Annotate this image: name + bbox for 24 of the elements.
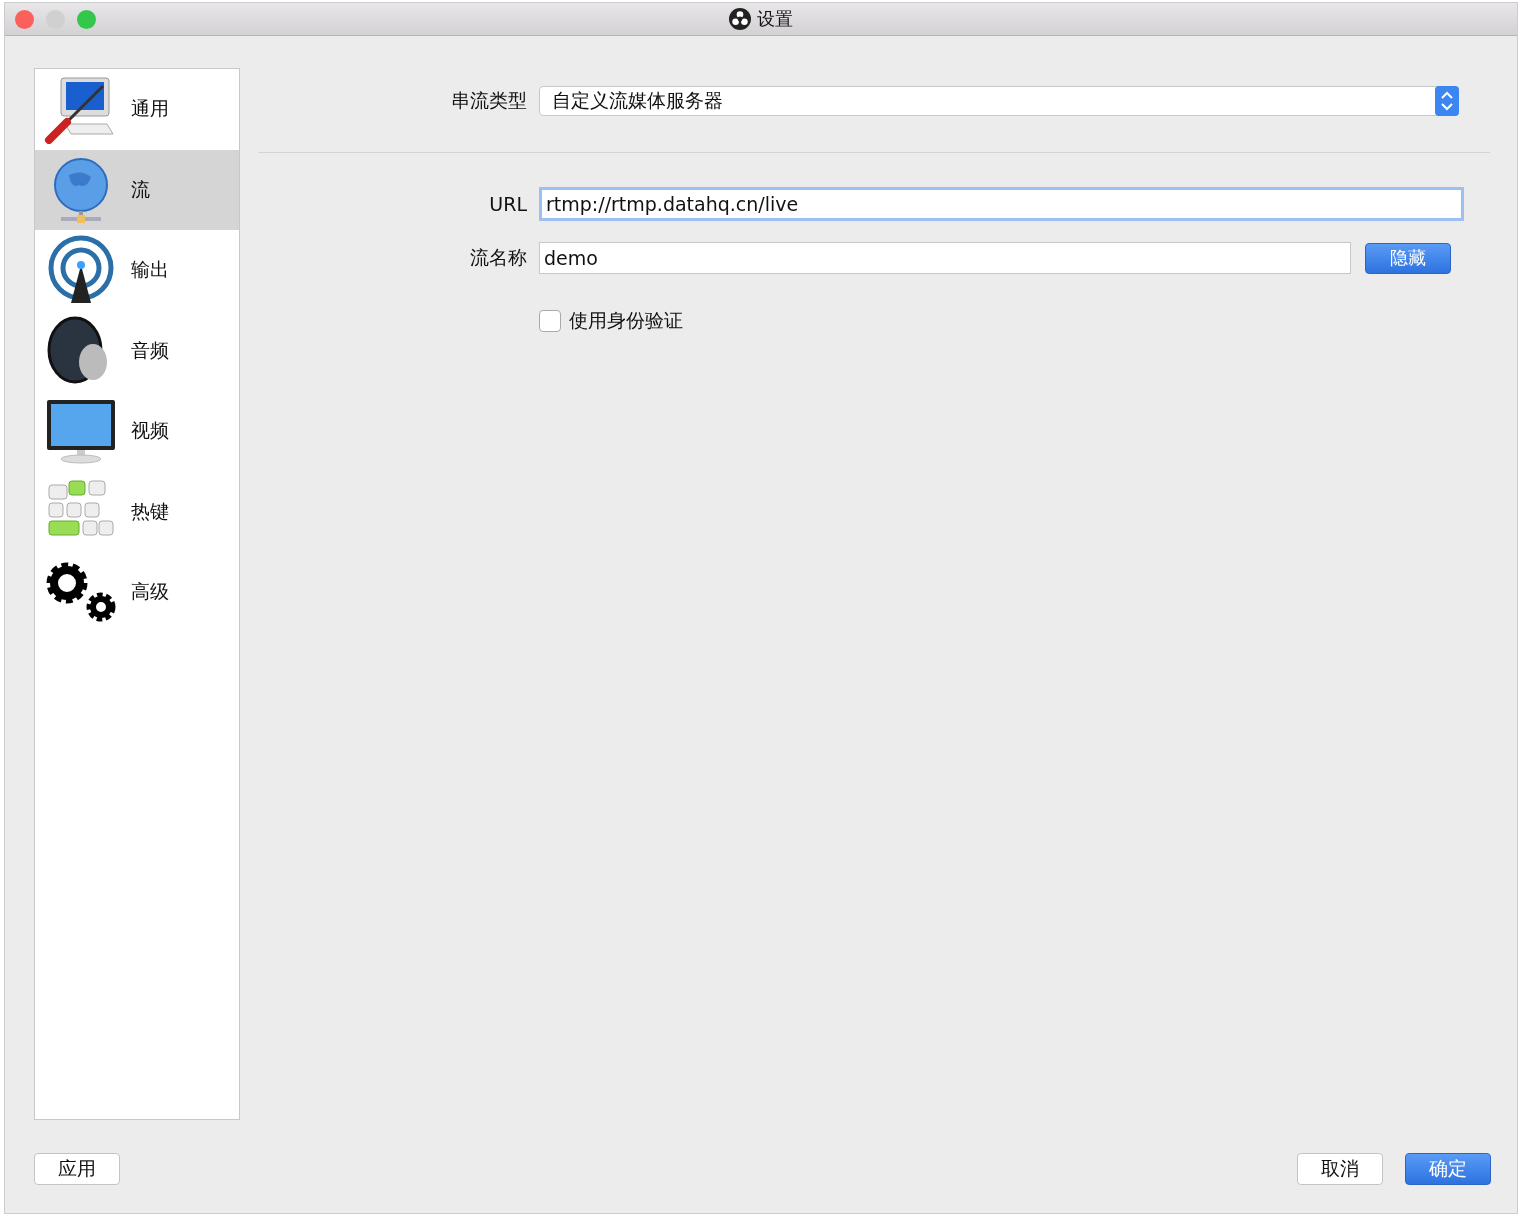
dropdown-arrows-icon [1435,86,1459,116]
close-button[interactable] [15,10,34,29]
ok-button[interactable]: 确定 [1405,1153,1491,1185]
field-label: URL [488,193,528,215]
sidebar-item[interactable]: 热键 [35,471,239,552]
field-label: 串流类型 [450,88,528,113]
stream-type-dropdown[interactable]: 自定义流媒体服务器 [539,86,1459,116]
zoom-button[interactable] [77,10,96,29]
app-logo-icon [729,8,751,30]
sidebar-item[interactable]: 流 [35,149,239,230]
checkbox-label[interactable]: 使用身份验证 [569,308,683,334]
url-field[interactable]: rtmp://rtmp.datahq.cn/live [539,187,1464,221]
checkbox[interactable] [539,310,561,332]
apply-button[interactable]: 应用 [34,1153,120,1185]
sidebar-item[interactable]: 视频 [35,391,239,472]
sidebar-item[interactable]: 通用 [35,69,239,150]
cancel-button[interactable]: 取消 [1297,1153,1383,1185]
stream-key-field[interactable]: demo [539,242,1351,274]
window-title: 设置 [757,7,793,31]
hide-button[interactable]: 隐藏 [1365,242,1451,274]
sidebar-item[interactable]: 输出 [35,230,239,311]
sidebar-item[interactable]: 音频 [35,310,239,391]
sidebar-item[interactable]: 高级 [35,552,239,633]
field-label: 流名称 [469,245,528,270]
